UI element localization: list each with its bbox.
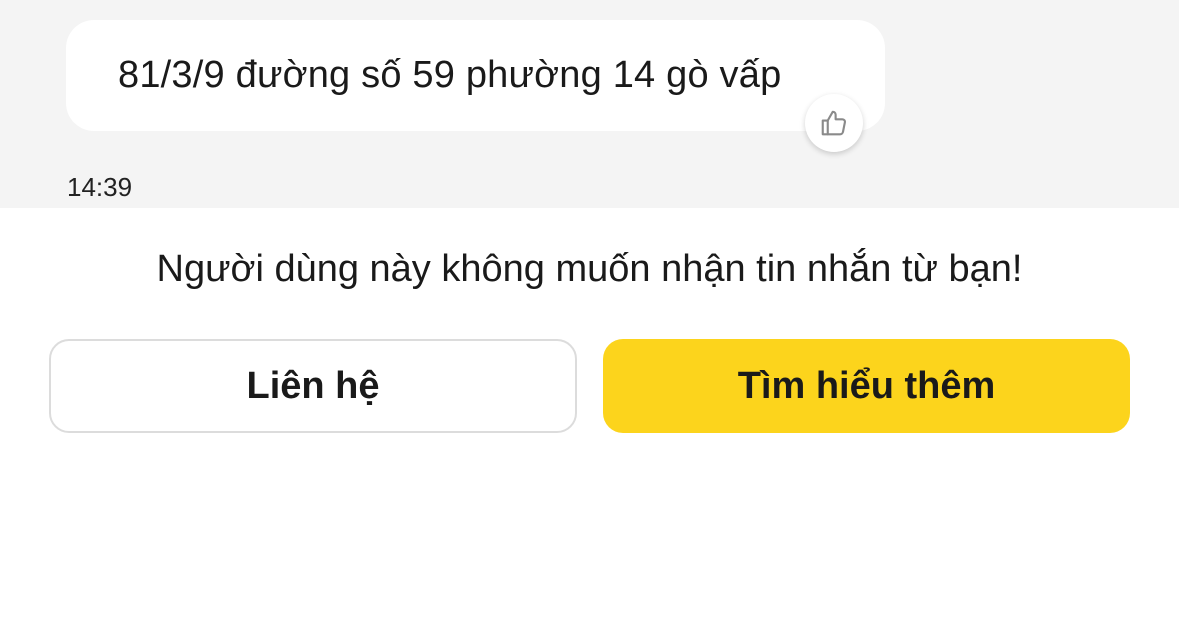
blocked-notice: Người dùng này không muốn nhận tin nhắn … [156,248,1023,290]
message-timestamp: 14:39 [67,172,133,202]
contact-button-label: Liên hệ [246,364,380,407]
contact-button[interactable]: Liên hệ [49,339,577,433]
message-text: 81/3/9 đường số 59 phường 14 gò vấp [118,54,782,96]
reaction-button[interactable] [805,94,863,152]
chat-area: 81/3/9 đường số 59 phường 14 gò vấp 14:3… [0,0,1179,208]
thumbs-up-icon [821,110,846,136]
learn-more-button-label: Tìm hiểu thêm [737,364,996,407]
message-bubble[interactable]: 81/3/9 đường số 59 phường 14 gò vấp [66,20,885,131]
learn-more-button[interactable]: Tìm hiểu thêm [603,339,1130,433]
